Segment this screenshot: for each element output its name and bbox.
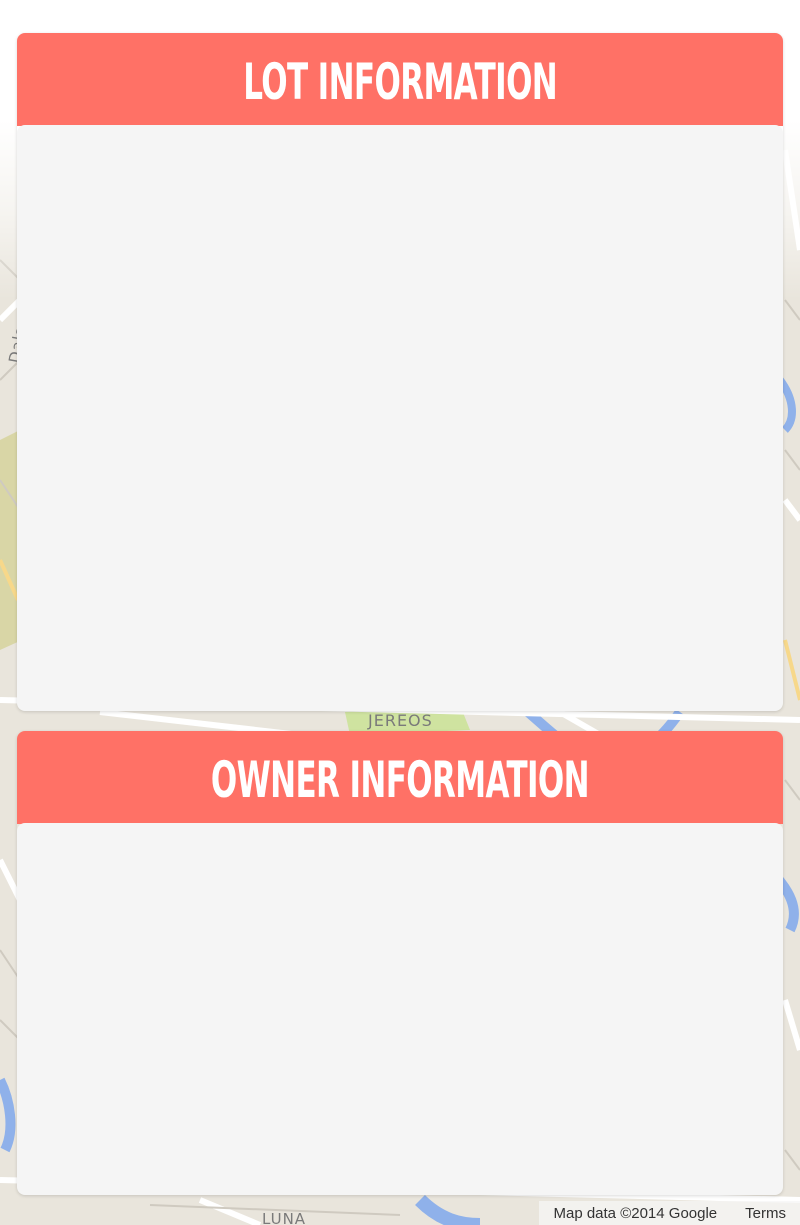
map-label-jereos: JEREOS — [368, 711, 433, 730]
map-attribution-bar: Map data ©2014 Google Terms — [539, 1201, 800, 1225]
map-attribution-text: Map data ©2014 Google — [553, 1204, 718, 1222]
terms-link[interactable]: Terms — [731, 1205, 800, 1222]
lot-information-title: LOT INFORMATION — [243, 52, 558, 111]
owner-information-body — [17, 823, 783, 1195]
lot-information-header: LOT INFORMATION — [17, 33, 783, 126]
lot-information-panel: LOT INFORMATION — [17, 33, 783, 711]
owner-information-title: OWNER INFORMATION — [210, 750, 590, 809]
page: JEREOS Dalan LUNA LOT INFORMATION OWNER … — [0, 0, 800, 1225]
owner-information-panel: OWNER INFORMATION — [17, 731, 783, 1195]
map-label-luna: LUNA — [262, 1210, 307, 1225]
lot-information-body — [17, 125, 783, 711]
owner-information-header: OWNER INFORMATION — [17, 731, 783, 824]
